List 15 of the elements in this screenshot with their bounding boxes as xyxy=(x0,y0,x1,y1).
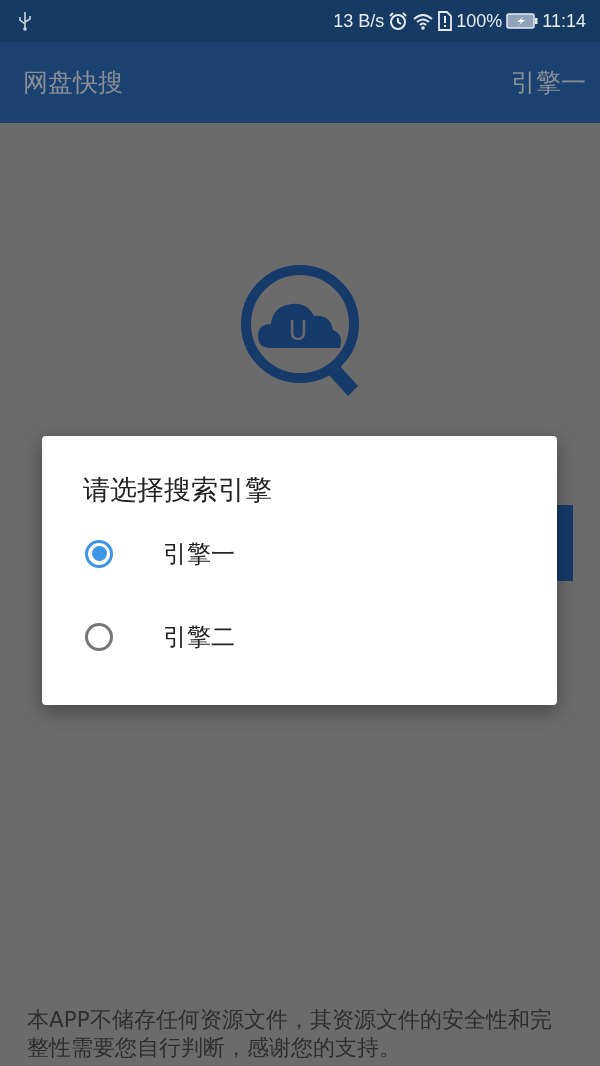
usb-icon xyxy=(18,11,32,31)
option-label[interactable]: 引擎一 xyxy=(163,537,235,570)
radio-button[interactable] xyxy=(85,622,113,651)
sim-alert-icon xyxy=(438,11,453,31)
dialog-title: 请选择搜索引擎 xyxy=(83,473,273,507)
battery-charging-icon xyxy=(506,13,539,29)
app-title: 网盘快搜 xyxy=(23,67,123,99)
option-label[interactable]: 引擎二 xyxy=(163,620,235,653)
alarm-icon xyxy=(388,11,409,31)
network-speed: 13 B/s xyxy=(333,10,385,32)
wifi-icon xyxy=(412,12,435,30)
radio-button[interactable] xyxy=(85,539,113,568)
battery-percent: 100% xyxy=(456,10,503,32)
disclaimer-text: 本APP不储存任何资源文件，其资源文件的安全性和完整性需要您自行判断，感谢您的支持。 xyxy=(26,1006,553,1062)
clock: 11:14 xyxy=(542,10,586,32)
